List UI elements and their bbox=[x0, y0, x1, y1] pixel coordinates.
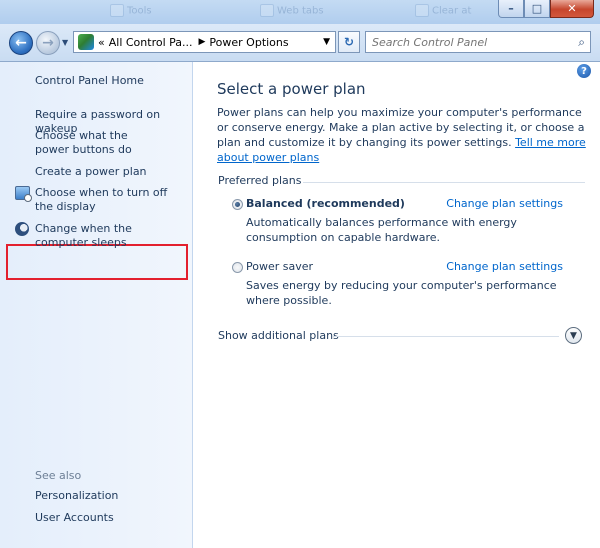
search-box[interactable]: ⌕ bbox=[365, 31, 591, 53]
ghost-tab: Tools bbox=[110, 4, 152, 20]
window-icon bbox=[260, 4, 274, 17]
nav-create-power-plan[interactable]: Create a power plan bbox=[35, 165, 189, 179]
breadcrumb-power-options[interactable]: Power Options bbox=[209, 36, 288, 49]
minimize-button[interactable]: – bbox=[498, 0, 524, 18]
search-input[interactable] bbox=[366, 32, 572, 52]
nav-personalization[interactable]: Personalization bbox=[35, 489, 189, 503]
ghost-tab: Clear at bbox=[415, 4, 471, 20]
nav-turn-off-display[interactable]: Choose when to turn off the display bbox=[35, 186, 185, 214]
balanced-plan-name[interactable]: Balanced (recommended) bbox=[246, 197, 405, 210]
arrow-left-icon: ← bbox=[15, 35, 27, 51]
balanced-radio[interactable] bbox=[232, 199, 243, 210]
show-additional-plans-label[interactable]: Show additional plans bbox=[218, 329, 339, 342]
balanced-change-settings-link[interactable]: Change plan settings bbox=[446, 197, 563, 210]
refresh-button[interactable]: ↻ bbox=[338, 31, 360, 53]
address-dropdown-icon[interactable]: ▼ bbox=[323, 37, 330, 47]
control-panel-icon bbox=[78, 34, 94, 50]
breadcrumb-separator-icon[interactable]: ▶ bbox=[199, 37, 206, 47]
refresh-icon: ↻ bbox=[343, 35, 355, 49]
power-saver-plan-description: Saves energy by reducing your computer's… bbox=[246, 279, 557, 307]
background-window-tabs: Tools Web tabs Clear at bbox=[110, 4, 490, 20]
navigation-bar: ← → ▼ « All Control Pa... ▶ Power Option… bbox=[0, 24, 600, 62]
window-icon bbox=[415, 4, 429, 17]
display-clock-icon bbox=[15, 186, 32, 202]
additional-divider bbox=[333, 336, 559, 337]
power-saver-radio[interactable] bbox=[232, 262, 243, 273]
balanced-plan-description: Automatically balances performance with … bbox=[246, 216, 517, 244]
nav-control-panel-home[interactable]: Control Panel Home bbox=[35, 74, 189, 88]
window-controls: – □ ✕ bbox=[498, 0, 594, 19]
power-saver-change-settings-link[interactable]: Change plan settings bbox=[446, 260, 563, 273]
search-icon[interactable]: ⌕ bbox=[578, 35, 585, 50]
address-bar[interactable]: « All Control Pa... ▶ Power Options ▼ bbox=[73, 31, 336, 53]
group-divider bbox=[303, 182, 585, 183]
maximize-button[interactable]: □ bbox=[524, 0, 550, 18]
control-panel-window: Tools Web tabs Clear at – □ ✕ ← → ▼ « Al… bbox=[0, 0, 600, 548]
arrow-right-icon: → bbox=[42, 35, 54, 51]
power-saver-plan-name[interactable]: Power saver bbox=[246, 260, 313, 273]
intro-text: Power plans can help you maximize your c… bbox=[217, 106, 586, 164]
recent-pages-dropdown[interactable]: ▼ bbox=[62, 38, 68, 47]
close-button[interactable]: ✕ bbox=[550, 0, 594, 18]
chevron-down-icon: ▼ bbox=[62, 38, 69, 47]
content-pane: ? Select a power plan Power plans can he… bbox=[193, 62, 600, 548]
window-icon bbox=[110, 4, 124, 17]
nav-power-buttons[interactable]: Choose what the power buttons do bbox=[35, 129, 165, 157]
breadcrumb-all-control-panel[interactable]: All Control Pa... bbox=[109, 36, 193, 49]
breadcrumb-overflow[interactable]: « bbox=[98, 36, 105, 49]
help-icon[interactable]: ? bbox=[577, 64, 591, 78]
left-nav-pane: Control Panel Home Require a password on… bbox=[0, 62, 193, 548]
title-bar: Tools Web tabs Clear at – □ ✕ bbox=[0, 0, 600, 24]
nav-user-accounts[interactable]: User Accounts bbox=[35, 511, 189, 525]
chevron-down-icon: ▼ bbox=[570, 330, 577, 341]
nav-computer-sleeps[interactable]: Change when the computer sleeps bbox=[35, 222, 180, 250]
sleep-moon-icon bbox=[15, 222, 29, 236]
back-button[interactable]: ← bbox=[9, 31, 33, 55]
preferred-plans-heading: Preferred plans bbox=[218, 174, 302, 187]
page-title: Select a power plan bbox=[217, 80, 366, 98]
expand-additional-plans-button[interactable]: ▼ bbox=[565, 327, 582, 344]
ghost-tab: Web tabs bbox=[260, 4, 324, 20]
forward-button[interactable]: → bbox=[36, 31, 60, 55]
see-also-heading: See also bbox=[35, 469, 82, 482]
